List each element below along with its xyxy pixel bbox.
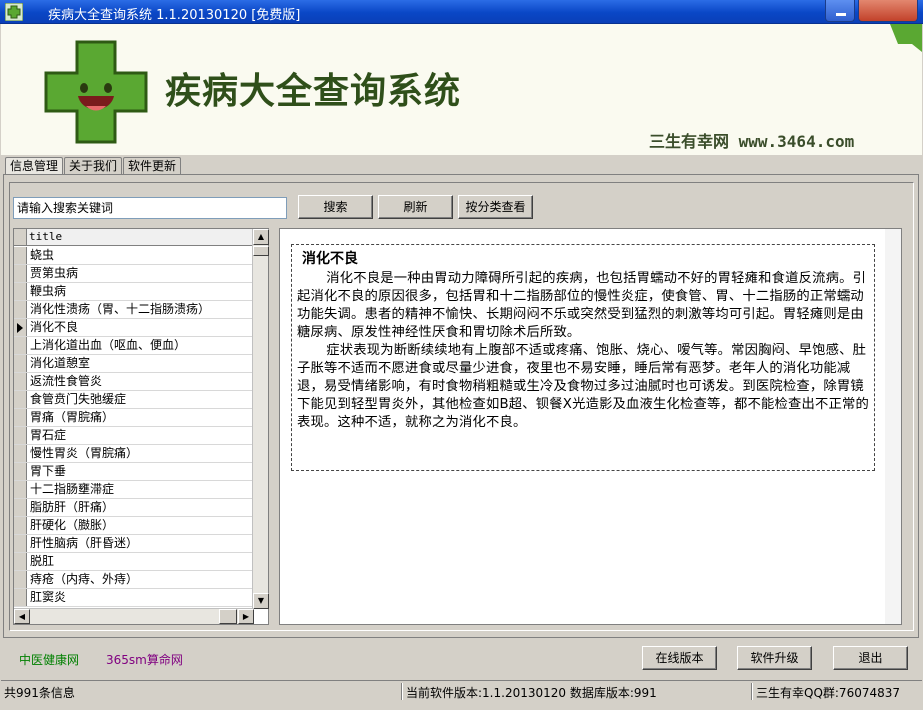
list-item[interactable]: 脂肪肝（肝痛）: [14, 499, 254, 517]
tab-software-update[interactable]: 软件更新: [123, 157, 182, 175]
link-fortune[interactable]: 365sm算命网: [106, 651, 183, 668]
list-item[interactable]: 食管贲门失弛缓症: [14, 391, 254, 409]
list-item-label: 脱肛: [30, 554, 55, 568]
detail-paragraph: 消化不良是一种由胃动力障碍所引起的疾病，也包括胃蠕动不好的胃轻瘫和食道反流病。引…: [297, 271, 867, 340]
app-title: 疾病大全查询系统: [165, 70, 462, 112]
detail-paragraph: 症状表现为断断续续地有上腹部不适或疼痛、饱胀、烧心、嗳气等。常因胸闷、早饱感、肚…: [297, 343, 870, 430]
title-bar: 疾病大全查询系统 1.1.20130120 [免费版]: [0, 0, 923, 24]
list-item[interactable]: 肝硬化（臌胀）: [14, 517, 254, 535]
scroll-left-icon[interactable]: ◀: [14, 609, 30, 624]
scroll-down-icon[interactable]: ▼: [253, 593, 269, 609]
detail-scrollbar[interactable]: [885, 229, 901, 624]
list-item[interactable]: 蛲虫: [14, 247, 254, 265]
scroll-up-icon[interactable]: ▲: [253, 229, 269, 245]
status-count: 共991条信息: [4, 686, 75, 700]
list-item-label: 蛲虫: [30, 248, 55, 262]
list-item-label: 脂肪肝（肝痛）: [30, 500, 115, 514]
search-input[interactable]: 请输入搜索关键词: [13, 197, 287, 219]
list-item[interactable]: 返流性食管炎: [14, 373, 254, 391]
list-item-label: 食管贲门失弛缓症: [30, 392, 127, 406]
status-qq: 三生有幸QQ群:76074837: [756, 686, 901, 700]
online-version-button[interactable]: 在线版本: [642, 646, 717, 670]
list-item-label: 十二指肠壅滞症: [30, 482, 115, 496]
tab-bar: 信息管理 关于我们 软件更新: [5, 157, 182, 175]
detail-box: 消化不良 消化不良是一种由胃动力障碍所引起的疾病，也包括胃蠕动不好的胃轻瘫和食道…: [291, 244, 875, 471]
list-item-label: 肝硬化（臌胀）: [30, 518, 115, 532]
list-item-label: 消化不良: [30, 320, 79, 334]
list-item-label: 痔疮（内痔、外痔）: [30, 572, 139, 586]
link-tcm-health[interactable]: 中医健康网: [19, 651, 79, 668]
list-item-label: 慢性胃炎（胃脘痛）: [30, 446, 139, 460]
list-item[interactable]: 胃下垂: [14, 463, 254, 481]
list-item[interactable]: 十二指肠壅滞症: [14, 481, 254, 499]
disease-list[interactable]: title 蛲虫贾第虫病鞭虫病消化性溃疡（胃、十二指肠溃疡） 消化不良上消化道出血…: [13, 228, 269, 625]
list-item[interactable]: 痔疮（内痔、外痔）: [14, 571, 254, 589]
site-label[interactable]: 三生有幸网 www.3464.com: [649, 128, 854, 152]
status-version: 当前软件版本:1.1.20130120 数据库版本:991: [406, 686, 657, 700]
window-title: 疾病大全查询系统 1.1.20130120 [免费版]: [48, 8, 301, 23]
list-item-label: 胃下垂: [30, 464, 67, 478]
smiling-cross-logo-icon: [44, 40, 148, 144]
detail-pane[interactable]: 消化不良 消化不良是一种由胃动力障碍所引起的疾病，也包括胃蠕动不好的胃轻瘫和食道…: [279, 228, 902, 625]
close-button[interactable]: [858, 0, 918, 22]
list-item[interactable]: 胃石症: [14, 427, 254, 445]
list-item-label: 消化道憩室: [30, 356, 91, 370]
list-item-label: 消化性溃疡（胃、十二指肠溃疡）: [30, 302, 211, 316]
list-item[interactable]: 肛窦炎: [14, 589, 254, 607]
app-icon[interactable]: [5, 3, 23, 21]
software-upgrade-button[interactable]: 软件升级: [737, 646, 812, 670]
list-item-label: 肝性脑病（肝昏迷）: [30, 536, 139, 550]
scroll-thumb[interactable]: [253, 246, 269, 256]
horizontal-scrollbar[interactable]: ◀ ▶: [14, 608, 254, 624]
detail-body: 消化不良是一种由胃动力障碍所引起的疾病，也包括胃蠕动不好的胃轻瘫和食道反流病。引…: [297, 270, 869, 432]
list-item[interactable]: 胃痛（胃脘痛）: [14, 409, 254, 427]
list-item-label: 胃痛（胃脘痛）: [30, 410, 115, 424]
vertical-scrollbar[interactable]: ▲ ▼: [252, 229, 269, 609]
list-item[interactable]: 消化不良: [14, 319, 254, 337]
list-item-label: 胃石症: [30, 428, 67, 442]
list-item[interactable]: 鞭虫病: [14, 283, 254, 301]
detail-title: 消化不良: [302, 251, 358, 267]
list-item-label: 鞭虫病: [30, 284, 67, 298]
header-banner: 疾病大全查询系统 三生有幸网 www.3464.com: [1, 24, 922, 155]
browse-by-category-button[interactable]: 按分类查看: [458, 195, 533, 219]
list-item[interactable]: 肝性脑病（肝昏迷）: [14, 535, 254, 553]
list-item[interactable]: 贾第虫病: [14, 265, 254, 283]
status-bar: 共991条信息 当前软件版本:1.1.20130120 数据库版本:991 三生…: [1, 680, 922, 701]
tab-info-management[interactable]: 信息管理: [5, 157, 64, 175]
list-header: title: [14, 229, 254, 246]
list-item-label: 肛窦炎: [30, 590, 67, 604]
corner-flag-icon: [890, 24, 922, 52]
list-item-label: 贾第虫病: [30, 266, 79, 280]
tab-about-us[interactable]: 关于我们: [64, 157, 123, 175]
scroll-right-icon[interactable]: ▶: [238, 609, 254, 624]
list-rows: 蛲虫贾第虫病鞭虫病消化性溃疡（胃、十二指肠溃疡） 消化不良上消化道出血（呕血、便血…: [14, 247, 254, 607]
list-item[interactable]: 上消化道出血（呕血、便血）: [14, 337, 254, 355]
list-item-label: 上消化道出血（呕血、便血）: [30, 338, 187, 352]
minimize-button[interactable]: [825, 0, 855, 22]
search-button[interactable]: 搜索: [298, 195, 373, 219]
list-item[interactable]: 慢性胃炎（胃脘痛）: [14, 445, 254, 463]
minimize-icon: [836, 13, 846, 16]
exit-button[interactable]: 退出: [833, 646, 908, 670]
column-title[interactable]: title: [27, 229, 254, 245]
refresh-button[interactable]: 刷新: [378, 195, 453, 219]
list-item[interactable]: 消化性溃疡（胃、十二指肠溃疡）: [14, 301, 254, 319]
list-item[interactable]: 脱肛: [14, 553, 254, 571]
list-item[interactable]: 消化道憩室: [14, 355, 254, 373]
row-pointer-icon: [17, 323, 23, 333]
list-item-label: 返流性食管炎: [30, 374, 103, 388]
hscroll-thumb[interactable]: [219, 609, 237, 624]
